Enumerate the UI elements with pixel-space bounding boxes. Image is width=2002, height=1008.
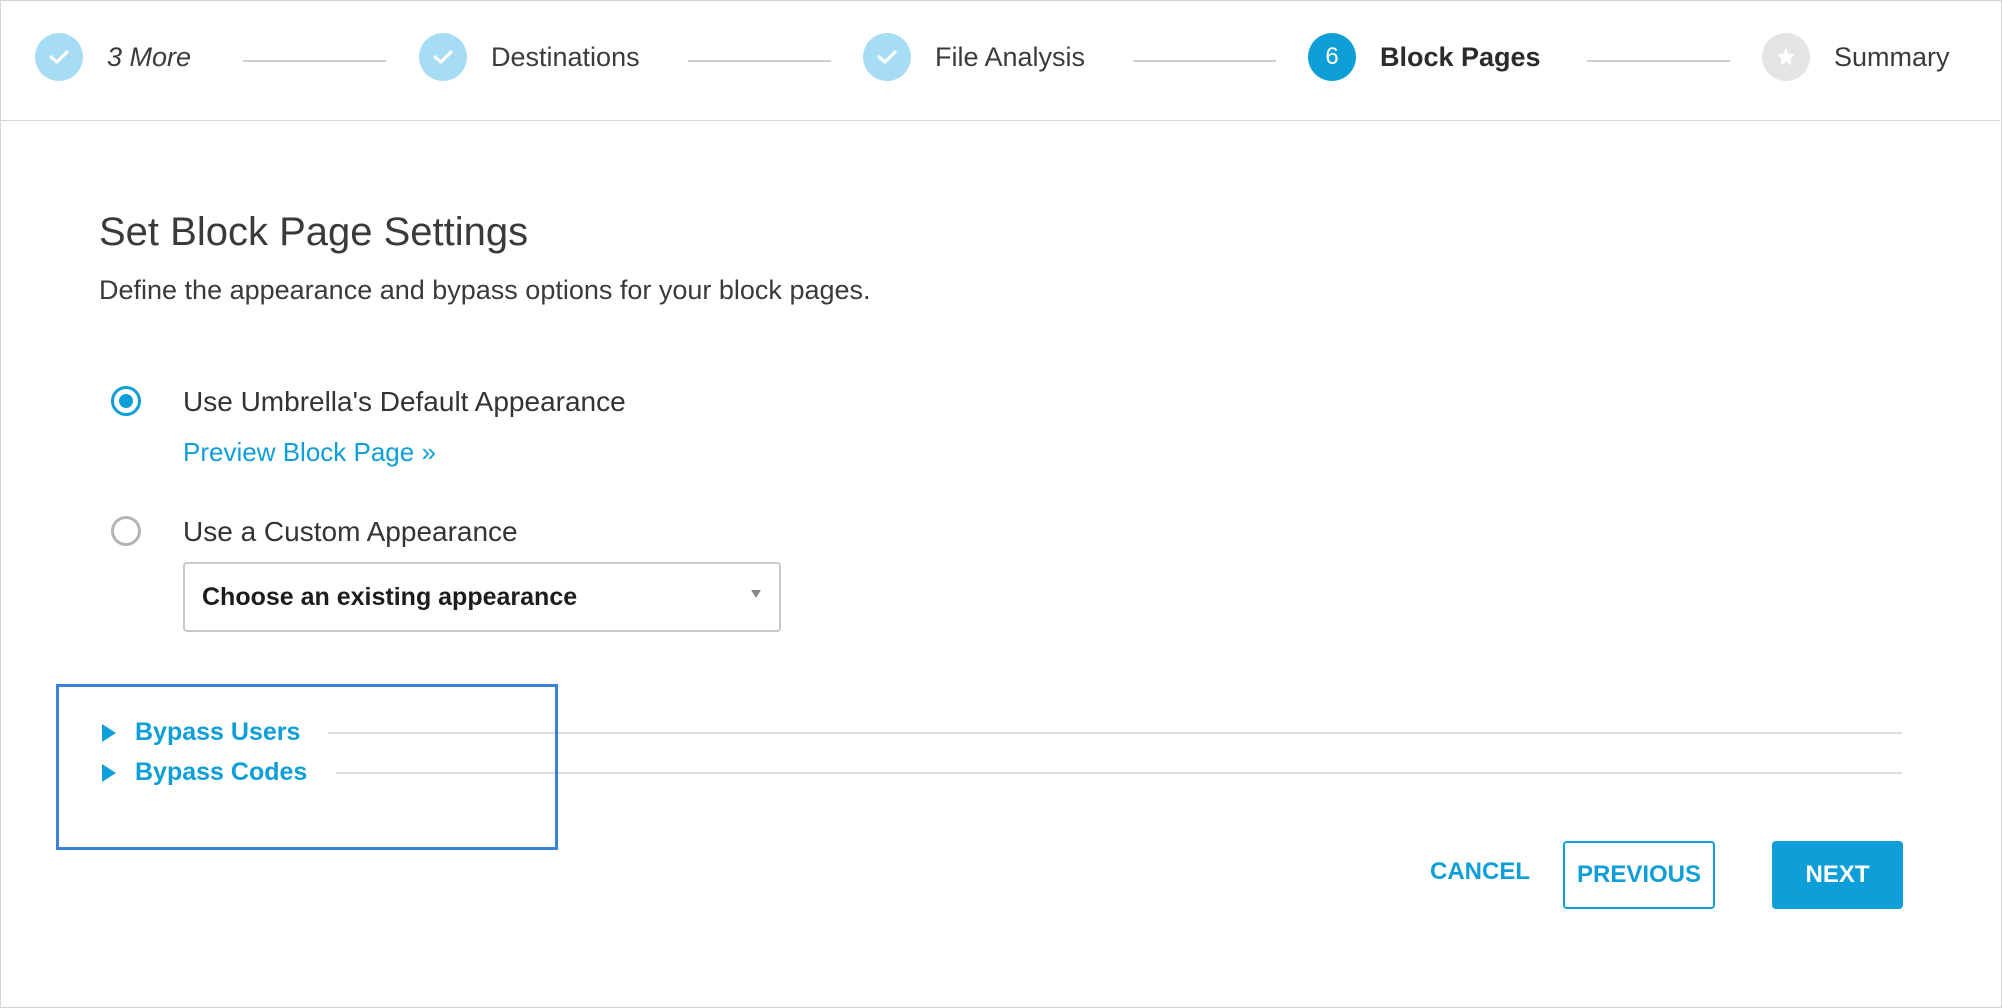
appearance-select-value: Choose an existing appearance xyxy=(202,583,578,611)
highlight-box xyxy=(56,684,558,850)
step-more[interactable]: 3 More xyxy=(35,33,191,81)
step-connector xyxy=(243,60,386,62)
step-label: Destinations xyxy=(491,41,640,72)
step-connector xyxy=(1133,60,1276,62)
default-appearance-label[interactable]: Use Umbrella's Default Appearance xyxy=(183,386,626,418)
default-appearance-radio[interactable] xyxy=(111,386,141,416)
step-destinations[interactable]: Destinations xyxy=(419,33,640,81)
cancel-button[interactable]: CANCEL xyxy=(1430,858,1530,886)
step-label: Summary xyxy=(1834,41,1950,72)
star-icon xyxy=(1762,33,1810,81)
step-summary[interactable]: Summary xyxy=(1762,33,1950,81)
step-connector xyxy=(1587,60,1730,62)
dropdown-caret-icon xyxy=(751,590,761,598)
check-icon xyxy=(419,33,467,81)
previous-button[interactable]: PREVIOUS xyxy=(1563,841,1715,909)
preview-block-page-link[interactable]: Preview Block Page » xyxy=(183,437,436,468)
page-title: Set Block Page Settings xyxy=(99,210,529,254)
section-divider xyxy=(336,772,1902,774)
step-file-analysis[interactable]: File Analysis xyxy=(863,33,1085,81)
next-button[interactable]: NEXT xyxy=(1772,841,1903,909)
step-label: 3 More xyxy=(107,41,192,72)
step-label: Block Pages xyxy=(1380,41,1541,72)
check-icon xyxy=(35,33,83,81)
wizard-stepper: 3 More Destinations File Analysis 6 Bloc… xyxy=(0,0,2000,121)
check-icon xyxy=(863,33,911,81)
step-label: File Analysis xyxy=(935,41,1086,72)
section-divider xyxy=(328,732,1902,734)
step-number-badge: 6 xyxy=(1308,33,1356,81)
page-subtitle: Define the appearance and bypass options… xyxy=(99,275,871,305)
appearance-select[interactable]: Choose an existing appearance xyxy=(183,562,781,632)
step-block-pages[interactable]: 6 Block Pages xyxy=(1308,33,1541,81)
custom-appearance-radio[interactable] xyxy=(111,516,141,546)
step-connector xyxy=(688,60,831,62)
custom-appearance-label[interactable]: Use a Custom Appearance xyxy=(183,516,518,548)
